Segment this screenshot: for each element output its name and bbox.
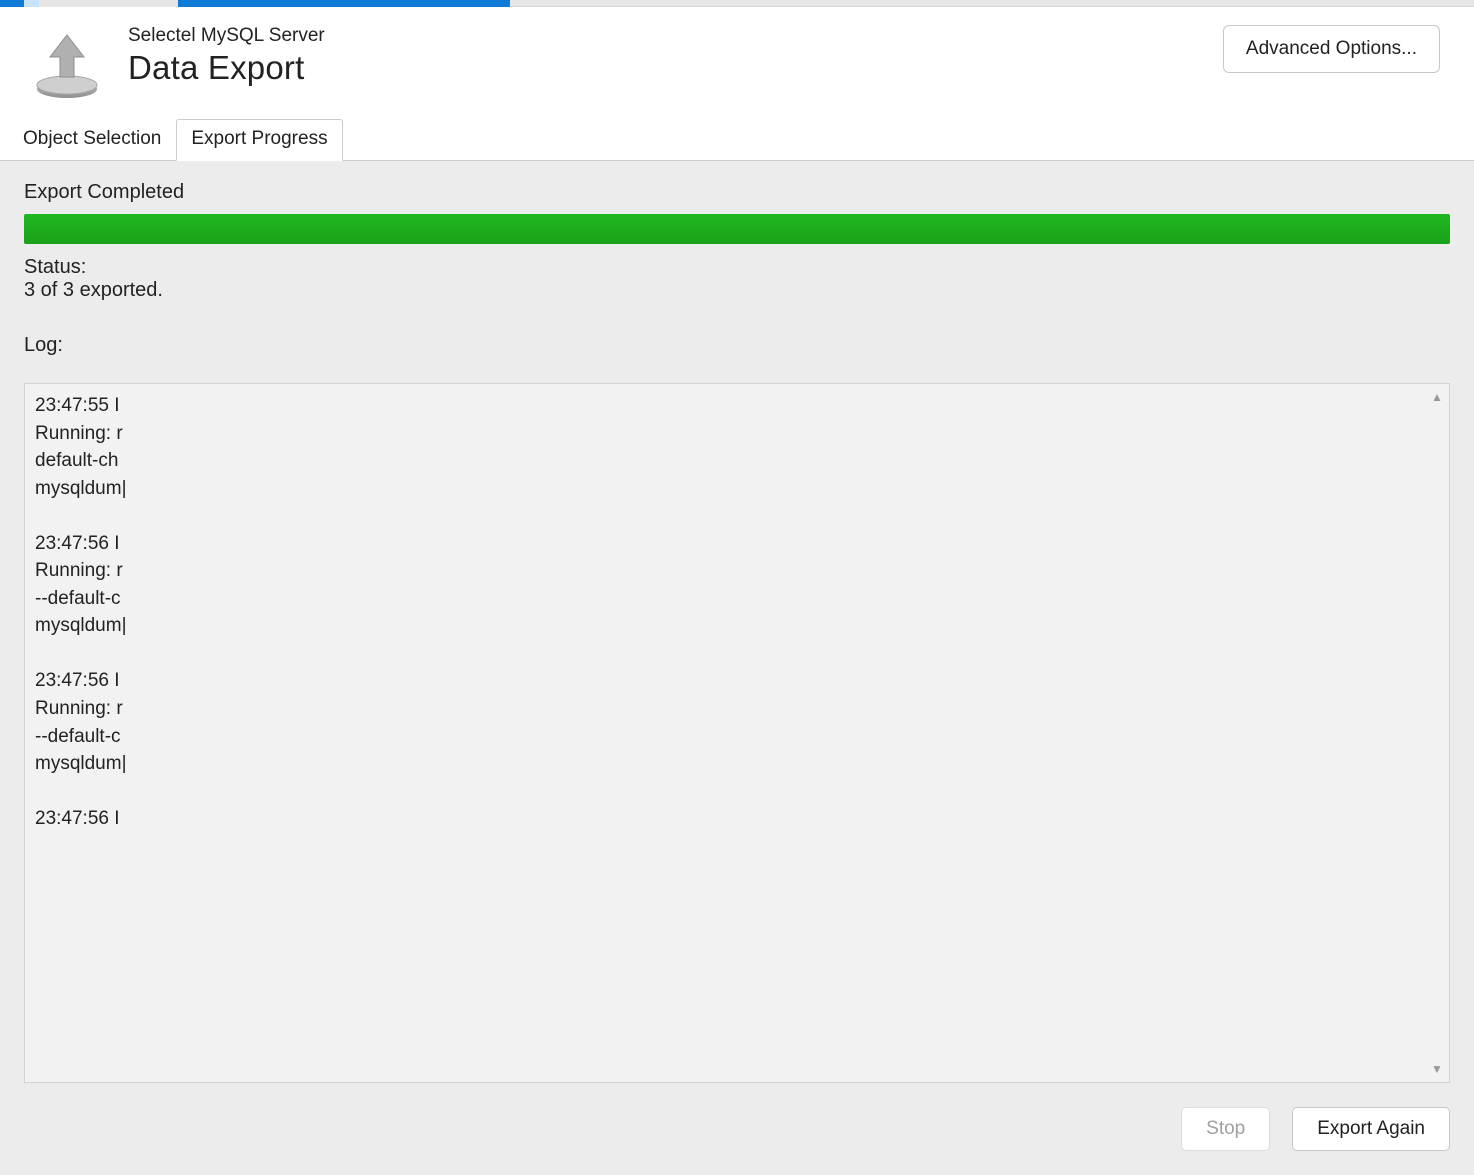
log-scrollbar[interactable]: ▲ ▼ <box>1425 384 1449 1082</box>
export-progress-panel: Export Completed Status: 3 of 3 exported… <box>0 161 1474 1175</box>
connection-name: Selectel MySQL Server <box>128 25 1223 48</box>
action-buttons: Stop Export Again <box>24 1107 1450 1151</box>
advanced-options-button[interactable]: Advanced Options... <box>1223 25 1440 73</box>
progress-bar <box>24 214 1450 244</box>
stop-button: Stop <box>1181 1107 1270 1151</box>
status-value: 3 of 3 exported. <box>24 279 1450 302</box>
log-label: Log: <box>24 334 1450 357</box>
header: Selectel MySQL Server Data Export Advanc… <box>0 7 1474 118</box>
scroll-up-icon[interactable]: ▲ <box>1431 390 1443 404</box>
tabs: Object Selection Export Progress <box>0 118 1474 160</box>
status-label: Status: <box>24 256 1450 279</box>
tab-export-progress[interactable]: Export Progress <box>176 119 342 161</box>
tab-object-selection[interactable]: Object Selection <box>8 119 176 161</box>
export-icon <box>30 29 104 108</box>
log-box: 23:47:55 I Running: r default-ch mysqldu… <box>24 383 1450 1083</box>
scroll-down-icon[interactable]: ▼ <box>1431 1062 1443 1076</box>
log-content[interactable]: 23:47:55 I Running: r default-ch mysqldu… <box>25 384 1425 1082</box>
export-again-button[interactable]: Export Again <box>1292 1107 1450 1151</box>
top-accent-bar <box>0 0 1474 7</box>
completed-label: Export Completed <box>24 181 1450 204</box>
page-title: Data Export <box>128 48 1223 88</box>
